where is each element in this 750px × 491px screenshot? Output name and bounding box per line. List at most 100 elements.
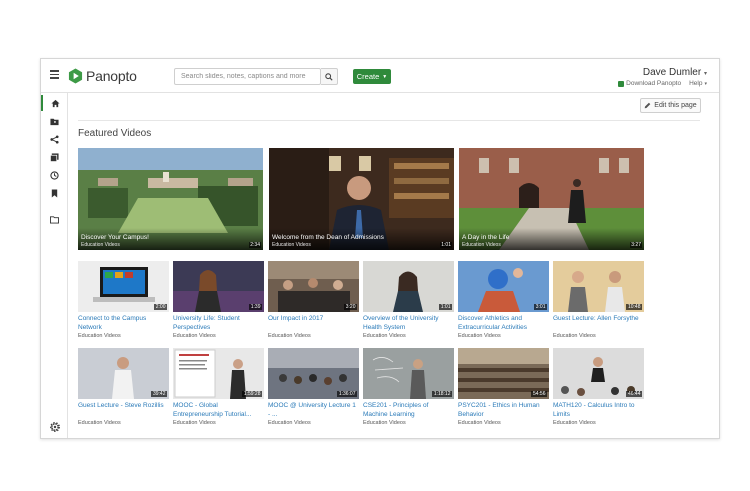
video-card[interactable]: 39:42 Guest Lecture - Steve Rozillis Edu…: [78, 348, 169, 426]
video-card[interactable]: 3:01 Discover Athletics and Extracurricu…: [458, 261, 549, 339]
video-folder: Education Videos: [553, 420, 596, 426]
video-card[interactable]: 1:36:07 MOOC @ University Lecture 1 - ..…: [268, 348, 359, 426]
video-folder: Education Videos: [78, 333, 121, 339]
rail-history[interactable]: [41, 167, 68, 183]
bookmark-icon: [51, 188, 58, 198]
panopto-logo[interactable]: Panopto: [68, 67, 137, 85]
video-folder: Education Videos: [458, 420, 501, 426]
video-title[interactable]: University Life: Student Perspectives: [173, 314, 264, 332]
video-folder: Education Videos: [78, 420, 121, 426]
video-folder: Education Videos: [268, 420, 311, 426]
featured-video[interactable]: Discover Your Campus! Education Videos 2…: [78, 148, 263, 250]
video-title[interactable]: Guest Lecture - Steve Rozillis: [78, 401, 169, 419]
video-duration: 3:27: [630, 242, 642, 248]
featured-video[interactable]: A Day in the Life Education Videos 3:27: [459, 148, 644, 250]
video-duration: 2:00: [154, 304, 167, 310]
video-card[interactable]: 10:48 Guest Lecture: Allen Forsythe Educ…: [553, 261, 644, 339]
video-folder: Education Videos: [81, 242, 120, 248]
caret-down-icon: ▾: [703, 71, 707, 77]
video-duration: 10:48: [626, 304, 642, 310]
help-link[interactable]: Help ▾: [689, 80, 707, 87]
video-folder: Education Videos: [363, 333, 406, 339]
video-title[interactable]: Guest Lecture: Allen Forsythe: [553, 314, 644, 332]
video-duration: 1:18:12: [432, 391, 452, 397]
divider: [78, 120, 700, 121]
video-duration: 54:56: [531, 391, 547, 397]
video-card[interactable]: 1:18:12 CSE201 - Principles of Machine L…: [363, 348, 454, 426]
user-name: Dave Dumler: [642, 67, 702, 78]
folder-icon: [50, 215, 59, 224]
video-title[interactable]: MOOC @ University Lecture 1 - ...: [268, 401, 359, 419]
create-button[interactable]: Create ▼: [353, 69, 391, 84]
search-icon: [325, 72, 333, 81]
video-duration: 2:34: [249, 242, 261, 248]
rail-browse[interactable]: [41, 211, 68, 227]
pencil-icon: [644, 102, 651, 109]
video-title[interactable]: MOOC - Global Entrepreneurship Tutorial.…: [173, 401, 264, 419]
video-title[interactable]: PSYC201 - Ethics in Human Behavior: [458, 401, 549, 419]
panopto-download-icon: [618, 80, 625, 87]
rail-playlists[interactable]: [41, 149, 68, 165]
video-card[interactable]: 1:59:28 MOOC - Global Entrepreneurship T…: [173, 348, 264, 426]
video-card[interactable]: 54:56 PSYC201 - Ethics in Human Behavior…: [458, 348, 549, 426]
video-folder: Education Videos: [173, 420, 216, 426]
video-duration: 1:01: [440, 242, 452, 248]
download-label: Download Panopto: [626, 80, 682, 87]
settings-button[interactable]: [49, 420, 61, 432]
video-card[interactable]: 3:20 Our Impact in 2017 Education Videos: [268, 261, 359, 339]
video-duration: 1:01: [439, 304, 452, 310]
video-card[interactable]: 1:01 Overview of the University Health S…: [363, 261, 454, 339]
video-folder: Education Videos: [173, 333, 216, 339]
video-title[interactable]: Connect to the Campus Network: [78, 314, 169, 332]
caret-down-icon: ▼: [382, 73, 388, 80]
edit-page-button[interactable]: Edit this page: [640, 98, 701, 113]
download-panopto-link[interactable]: Download Panopto: [618, 80, 681, 87]
top-bar: Panopto Create ▼ Dave Dumler ▾ Download …: [41, 59, 719, 93]
video-duration: 1:39: [249, 304, 262, 310]
video-folder: Education Videos: [272, 242, 311, 248]
video-title[interactable]: CSE201 - Principles of Machine Learning: [363, 401, 454, 419]
folder-user-icon: [50, 118, 59, 125]
menu-icon[interactable]: [50, 70, 59, 79]
gear-icon: [50, 422, 60, 432]
video-title: A Day in the Life: [462, 234, 510, 241]
main-content: Edit this page Featured Videos Discover …: [68, 93, 719, 438]
video-title: Welcome from the Dean of Admissions: [272, 234, 384, 241]
home-icon: [51, 99, 60, 107]
video-card[interactable]: 2:00 Connect to the Campus Network Educa…: [78, 261, 169, 339]
panopto-window: Panopto Create ▼ Dave Dumler ▾ Download …: [40, 58, 720, 439]
playlist-icon: [50, 152, 59, 162]
video-title[interactable]: Our Impact in 2017: [268, 314, 359, 332]
featured-video[interactable]: Welcome from the Dean of Admissions Educ…: [269, 148, 454, 250]
search-input[interactable]: [174, 68, 321, 85]
rail-my-folder[interactable]: [41, 113, 68, 129]
share-icon: [50, 134, 59, 144]
video-folder: Education Videos: [268, 333, 311, 339]
video-title[interactable]: Overview of the University Health System: [363, 314, 454, 332]
video-title[interactable]: MATH120 - Calculus Intro to Limits: [553, 401, 644, 419]
help-label: Help: [689, 80, 703, 87]
history-icon: [50, 170, 59, 180]
rail-home[interactable]: [41, 95, 68, 111]
rail-bookmarks[interactable]: [41, 185, 68, 201]
video-duration: 3:20: [344, 304, 357, 310]
rail-shared[interactable]: [41, 131, 68, 147]
video-card[interactable]: 1:39 University Life: Student Perspectiv…: [173, 261, 264, 339]
create-label: Create: [356, 72, 380, 81]
video-folder: Education Videos: [462, 242, 501, 248]
video-duration: 1:59:28: [242, 391, 262, 397]
user-menu[interactable]: Dave Dumler ▾: [643, 67, 707, 78]
video-folder: Education Videos: [458, 333, 501, 339]
video-duration: 46:44: [626, 391, 642, 397]
video-card[interactable]: 46:44 MATH120 - Calculus Intro to Limits…: [553, 348, 644, 426]
left-rail: [41, 93, 68, 438]
video-folder: Education Videos: [363, 420, 406, 426]
video-title: Discover Your Campus!: [81, 234, 149, 241]
video-duration: 39:42: [151, 391, 167, 397]
video-duration: 3:01: [534, 304, 547, 310]
video-title[interactable]: Discover Athletics and Extracurricular A…: [458, 314, 549, 332]
search-button[interactable]: [321, 68, 338, 85]
section-title: Featured Videos: [78, 128, 152, 139]
user-links: Download Panopto Help ▾: [618, 80, 707, 87]
video-folder: Education Videos: [553, 333, 596, 339]
